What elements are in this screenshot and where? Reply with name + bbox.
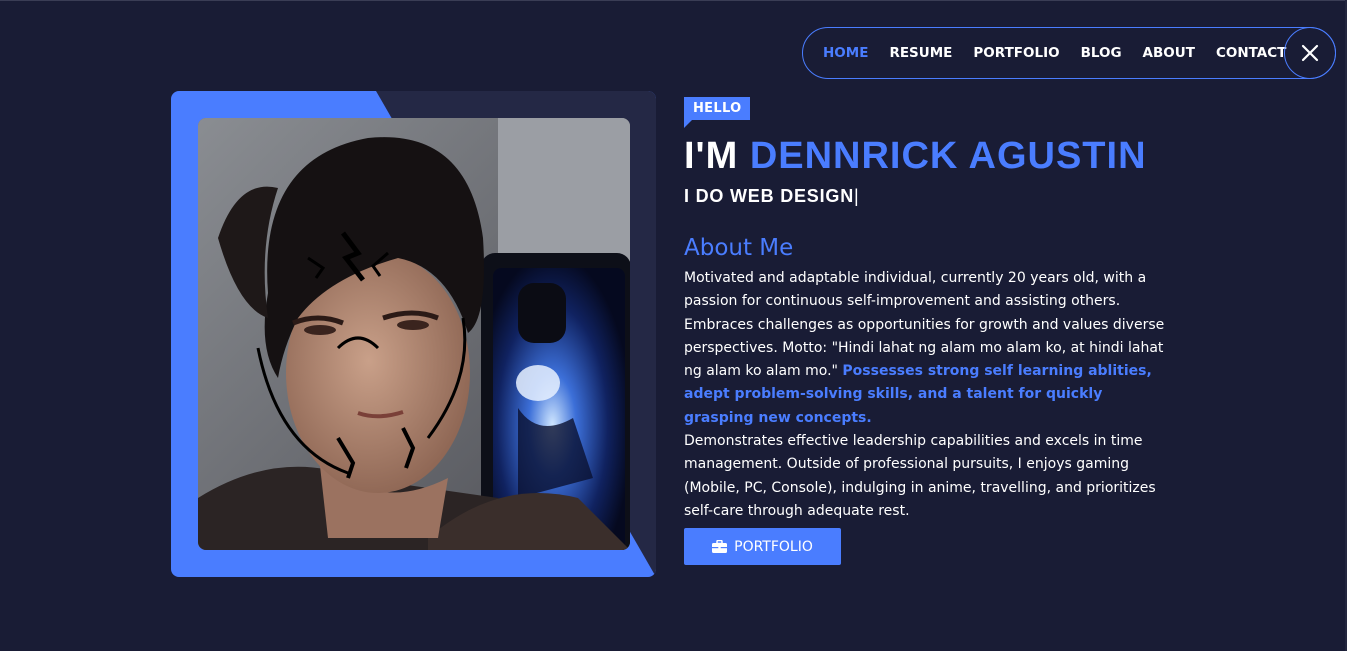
profile-photo-illustration	[198, 118, 630, 550]
nav-item-resume[interactable]: RESUME	[889, 45, 952, 61]
top-border	[0, 0, 1347, 1]
profile-card	[171, 91, 656, 577]
hero-role: I DO WEB DESIGN|	[684, 186, 1174, 207]
close-icon	[1301, 44, 1319, 62]
hello-tag-label: HELLO	[693, 101, 742, 116]
main-nav: HOME RESUME PORTFOLIO BLOG ABOUT CONTACT	[802, 27, 1336, 79]
nav-item-blog[interactable]: BLOG	[1081, 45, 1122, 61]
hero-name: DENNRICK AGUSTIN	[749, 135, 1147, 177]
hero-greeting: I'M	[684, 135, 739, 177]
hello-tag-tail	[684, 120, 692, 128]
about-text: Motivated and adaptable individual, curr…	[684, 267, 1172, 523]
nav-items: HOME RESUME PORTFOLIO BLOG ABOUT CONTACT	[803, 45, 1307, 61]
nav-item-contact[interactable]: CONTACT	[1216, 45, 1286, 61]
briefcase-icon	[712, 540, 728, 553]
nav-item-about[interactable]: ABOUT	[1143, 45, 1195, 61]
hero-headline: I'M DENNRICK AGUSTIN	[684, 136, 1174, 176]
about-text-outro: Demonstrates effective leadership capabi…	[684, 433, 1156, 519]
typing-cursor: |	[854, 186, 860, 206]
profile-photo	[198, 118, 630, 550]
nav-item-home[interactable]: HOME	[823, 45, 868, 61]
hero-content: HELLO I'M DENNRICK AGUSTIN I DO WEB DESI…	[684, 97, 1174, 523]
nav-close-button[interactable]	[1284, 27, 1336, 79]
nav-item-portfolio[interactable]: PORTFOLIO	[973, 45, 1059, 61]
portfolio-button-label: PORTFOLIO	[734, 538, 813, 555]
hello-tag: HELLO	[684, 97, 751, 128]
hero-role-text: I DO WEB DESIGN	[684, 186, 855, 206]
portfolio-button[interactable]: PORTFOLIO	[684, 528, 841, 565]
about-title: About Me	[684, 235, 794, 261]
